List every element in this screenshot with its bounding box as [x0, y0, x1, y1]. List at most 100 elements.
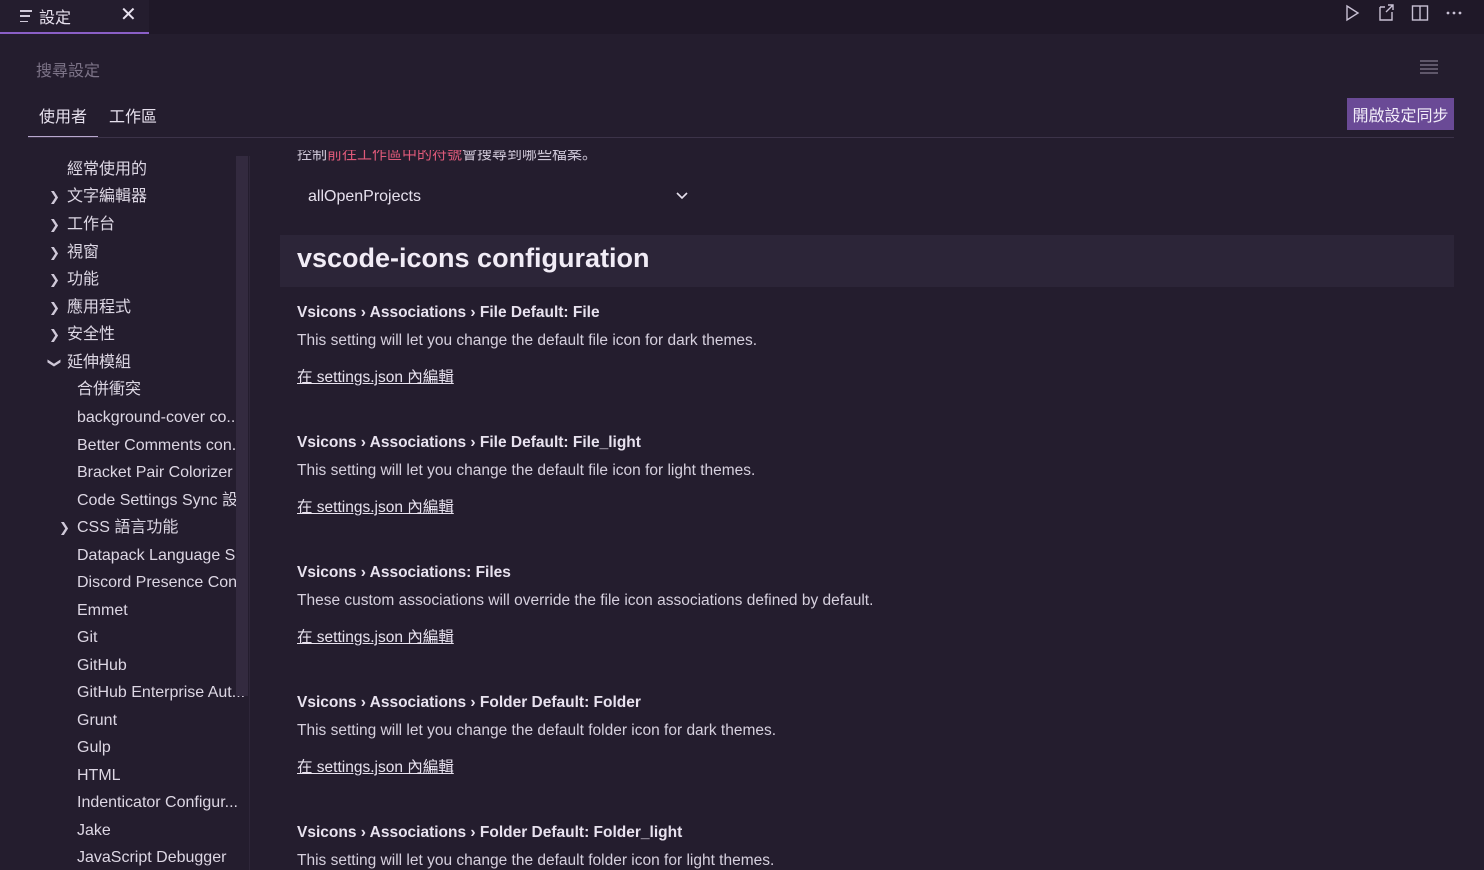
- toc-item-indenticator[interactable]: Indenticator Configur...: [77, 790, 238, 816]
- toc-item-emmet[interactable]: Emmet: [77, 598, 128, 624]
- toc-item-datapack[interactable]: Datapack Language S...: [77, 543, 248, 569]
- toc-item-github-enterprise[interactable]: GitHub Enterprise Aut...: [77, 680, 245, 706]
- desc-text: 控制: [297, 150, 328, 163]
- toc-item-label: Indenticator Configur...: [77, 794, 238, 811]
- toc-item-label: 延伸模組: [67, 354, 132, 371]
- toc-item-label: Emmet: [77, 602, 128, 619]
- toc-item-javascript-debugger[interactable]: JavaScript Debugger: [77, 845, 226, 870]
- edit-in-settings-json-link[interactable]: 在 settings.json 內編輯: [297, 757, 454, 779]
- toc-item-label: 功能: [67, 271, 100, 288]
- toc-scrollbar[interactable]: [236, 156, 248, 696]
- toc-item-merge-conflict[interactable]: 合併衝突: [77, 377, 141, 403]
- toc-item-code-settings-sync[interactable]: Code Settings Sync 設...: [77, 488, 248, 514]
- setting-item: Vsicons › Associations: Files These cust…: [297, 562, 1437, 649]
- toc-item-grunt[interactable]: Grunt: [77, 708, 117, 734]
- chevron-right-icon: ❯: [49, 272, 60, 287]
- toc-item-window[interactable]: ❯ 視窗: [49, 240, 100, 266]
- setting-item: Vsicons › Associations › File Default: F…: [297, 432, 1437, 519]
- run-icon[interactable]: [1342, 2, 1362, 24]
- edit-in-settings-json-link[interactable]: 在 settings.json 內編輯: [297, 497, 454, 519]
- desc-text: 會搜尋到哪些檔案。: [462, 150, 598, 163]
- split-editor-icon[interactable]: [1410, 2, 1430, 24]
- chevron-down-icon: ❯: [47, 357, 63, 369]
- setting-item: Vsicons › Associations › Folder Default:…: [297, 692, 1437, 779]
- setting-title: Vsicons › Associations › Folder Default:…: [297, 824, 683, 841]
- toc-item-extensions[interactable]: ❯ 延伸模組: [47, 350, 132, 376]
- setting-description: These custom associations will override …: [297, 592, 874, 609]
- chevron-right-icon: ❯: [49, 245, 60, 260]
- setting-title: Vsicons › Associations › File Default: F…: [297, 304, 600, 321]
- close-icon[interactable]: ✕: [120, 2, 137, 27]
- edit-in-settings-json-link[interactable]: 在 settings.json 內編輯: [297, 367, 454, 389]
- toc-item-label: 合併衝突: [77, 381, 142, 398]
- section-title: vscode-icons configuration: [297, 243, 650, 273]
- editor-tab-bar: 設定 ✕: [0, 0, 1484, 34]
- chevron-right-icon: ❯: [49, 217, 60, 232]
- setting-title: Vsicons › Associations › Folder Default:…: [297, 694, 641, 711]
- divider: [249, 156, 250, 870]
- toc-item-label: Bracket Pair Colorizer 2: [77, 464, 246, 481]
- toc-item-discord-presence[interactable]: Discord Presence Con...: [77, 570, 248, 596]
- toc-item-bracket-pair-colorizer[interactable]: Bracket Pair Colorizer 2: [77, 460, 246, 486]
- desc-link[interactable]: 前往工作區中的符號: [327, 150, 462, 163]
- toc-item-label: 工作台: [67, 216, 116, 233]
- settings-toc: 經常使用的 ❯ 文字編輯器 ❯ 工作台 ❯ 視窗 ❯ 功能 ❯ 應用程式 ❯ 安全性 ❯ 延伸…: [28, 156, 248, 870]
- toc-item-features[interactable]: ❯ 功能: [49, 267, 100, 293]
- toc-item-label: background-cover co...: [77, 409, 240, 426]
- toc-item-workbench[interactable]: ❯ 工作台: [49, 212, 116, 238]
- tab-user[interactable]: 使用者: [28, 104, 99, 138]
- toc-item-commonly-used[interactable]: 經常使用的: [67, 157, 147, 183]
- toc-item-label: 文字編輯器: [67, 188, 148, 205]
- toc-item-better-comments[interactable]: Better Comments con...: [77, 433, 245, 459]
- filter-icon[interactable]: [1420, 60, 1438, 74]
- tab-workspace[interactable]: 工作區: [98, 104, 168, 138]
- toc-item-label: 安全性: [67, 326, 116, 343]
- more-actions-icon[interactable]: [1444, 2, 1464, 24]
- toc-item-github[interactable]: GitHub: [77, 653, 127, 679]
- chevron-down-icon: [675, 186, 689, 209]
- settings-editor-icon: [20, 10, 32, 22]
- toc-item-label: GitHub: [77, 657, 127, 674]
- setting-title: Vsicons › Associations › File Default: F…: [297, 434, 641, 451]
- toc-item-label: Code Settings Sync 設...: [77, 492, 248, 509]
- toc-item-application[interactable]: ❯ 應用程式: [49, 295, 131, 321]
- tab-settings[interactable]: 設定 ✕: [0, 0, 149, 34]
- toc-item-gulp[interactable]: Gulp: [77, 735, 111, 761]
- search-scope-select[interactable]: allOpenProjects: [297, 182, 697, 212]
- edit-in-settings-json-link[interactable]: 在 settings.json 內編輯: [297, 627, 454, 649]
- toc-item-label: Discord Presence Con...: [77, 574, 248, 591]
- setting-description: This setting will let you change the def…: [297, 462, 756, 479]
- search-settings-input[interactable]: 搜尋設定: [28, 52, 1454, 86]
- toc-item-background-cover[interactable]: background-cover co...: [77, 405, 240, 431]
- open-settings-json-icon[interactable]: [1376, 2, 1396, 24]
- turn-on-settings-sync-button[interactable]: 開啟設定同步: [1347, 98, 1454, 130]
- tab-label: 設定: [39, 10, 72, 27]
- setting-description: 控制前往工作區中的符號會搜尋到哪些檔案。: [297, 150, 597, 164]
- setting-item: Vsicons › Associations › Folder Default:…: [297, 822, 1437, 870]
- toc-item-label: Datapack Language S...: [77, 547, 248, 564]
- setting-item: Vsicons › Associations › File Default: F…: [297, 302, 1437, 389]
- toc-item-label: HTML: [77, 767, 121, 784]
- toc-item-label: 視窗: [67, 244, 100, 261]
- settings-list: 控制前往工作區中的符號會搜尋到哪些檔案。 allOpenProjects vsc…: [280, 150, 1454, 870]
- chevron-right-icon: ❯: [59, 520, 70, 535]
- toc-item-git[interactable]: Git: [77, 625, 97, 651]
- toc-item-label: Gulp: [77, 739, 111, 756]
- toc-item-html[interactable]: HTML: [77, 763, 121, 789]
- toc-item-text-editor[interactable]: ❯ 文字編輯器: [49, 184, 148, 210]
- scope-tabs: 使用者 工作區: [28, 104, 168, 138]
- divider: [28, 137, 1454, 138]
- chevron-right-icon: ❯: [49, 300, 60, 315]
- toc-item-label: JavaScript Debugger: [77, 849, 227, 866]
- toc-item-css[interactable]: ❯ CSS 語言功能: [59, 515, 179, 541]
- setting-title: Vsicons › Associations: Files: [297, 564, 511, 581]
- setting-description: This setting will let you change the def…: [297, 852, 775, 869]
- toc-item-security[interactable]: ❯ 安全性: [49, 322, 116, 348]
- toc-item-label: Jake: [77, 822, 111, 839]
- setting-description: This setting will let you change the def…: [297, 332, 758, 349]
- toc-item-label: Git: [77, 629, 98, 646]
- toc-item-jake[interactable]: Jake: [77, 818, 111, 844]
- editor-actions: [1342, 0, 1464, 26]
- toc-item-label: CSS 語言功能: [77, 519, 179, 536]
- chevron-right-icon: ❯: [49, 327, 60, 342]
